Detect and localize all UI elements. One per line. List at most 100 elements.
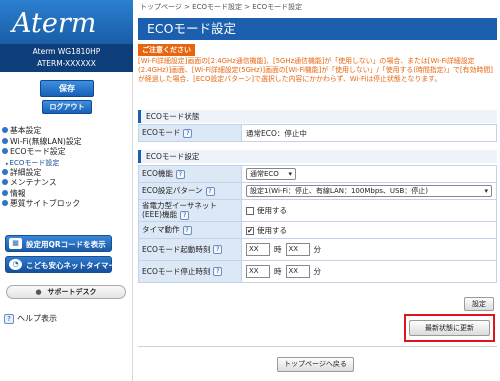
logout-button[interactable]: ログアウト <box>42 100 92 114</box>
minute-unit: 分 <box>313 266 322 276</box>
start-time-label: ECOモード起動時刻 <box>142 244 211 254</box>
hour-unit: 時 <box>274 266 282 276</box>
help-icon[interactable]: ? <box>205 186 215 196</box>
eco-function-label: ECO機能 <box>142 169 173 179</box>
eco-function-label-cell: ECO機能? <box>138 165 242 183</box>
timer-label-cell: タイマ動作? <box>138 221 242 239</box>
eco-settings-table: ECO機能? 通常ECO ▾ ECO設定パターン? 設定1(Wi-Fi：停止、有線… <box>138 165 497 283</box>
set-button[interactable]: 設定 <box>464 297 494 311</box>
help-label: ヘルプ表示 <box>17 314 57 323</box>
timer-checkbox[interactable]: ✔ <box>246 226 254 235</box>
divider <box>138 346 497 347</box>
table-row: ECO設定パターン? 設定1(Wi-Fi：停止、有線LAN：100Mbps、US… <box>138 182 497 200</box>
stop-minute-input[interactable]: XX <box>285 265 310 278</box>
pattern-cell: 設定1(Wi-Fi：停止、有線LAN：100Mbps、USB：停止) ▾ <box>241 182 497 200</box>
eco-pattern-value: 設定1(Wi-Fi：停止、有線LAN：100Mbps、USB：停止) <box>250 187 429 195</box>
back-to-top-button[interactable]: トップページへ戻る <box>277 357 354 372</box>
eco-status-heading: ECOモード状態 <box>138 110 497 123</box>
stop-time-label: ECOモード停止時刻 <box>142 266 211 276</box>
timer-button-label: こども安心ネットタイマー <box>26 261 116 270</box>
table-row: ECOモード? 通常ECO：停止中 <box>138 124 497 142</box>
power-ethernet-label-cell: 省電力型イーサネット (EEE)機能? <box>138 199 242 222</box>
start-minute-input[interactable]: XX <box>285 243 310 256</box>
power-ethernet-label-2: (EEE)機能 <box>142 210 178 220</box>
start-time-cell: XX 時 XX 分 <box>241 238 497 261</box>
circle-bullet-icon <box>2 189 8 196</box>
nav-item-maintenance[interactable]: メンテナンス <box>0 178 133 189</box>
power-ethernet-text: 使用する <box>257 206 287 215</box>
help-icon: ? <box>4 314 14 324</box>
qr-code-icon: ▦ <box>9 238 22 249</box>
help-icon[interactable]: ? <box>182 225 192 235</box>
help-display-link[interactable]: ? ヘルプ表示 <box>4 313 57 324</box>
eco-mode-label: ECOモード <box>142 128 181 138</box>
circle-bullet-icon <box>2 148 8 154</box>
chevron-down-icon: ▾ <box>484 187 488 195</box>
bullet-icon: ● <box>35 288 42 296</box>
save-button[interactable]: 保存 <box>40 80 94 97</box>
nav-item-basic-settings[interactable]: 基本設定 <box>0 126 133 137</box>
help-icon[interactable]: ? <box>180 210 190 220</box>
start-time-label-cell: ECOモード起動時刻? <box>138 238 242 261</box>
help-icon[interactable]: ? <box>213 245 223 255</box>
help-icon[interactable]: ? <box>183 128 193 138</box>
nav-item-advanced-settings[interactable]: 詳細設定 <box>0 168 133 179</box>
help-icon[interactable]: ? <box>175 169 185 179</box>
nav-label: メンテナンス <box>10 178 57 187</box>
model-info: Aterm WG1810HP ATERM-XXXXXX <box>0 44 133 72</box>
nav-item-wifi-settings[interactable]: Wi-Fi(無線LAN)設定 <box>0 137 133 148</box>
nav-item-malicious-site-block[interactable]: 悪質サイトブロック <box>0 199 133 210</box>
aterm-logo: Aterm <box>12 8 97 39</box>
minute-unit: 分 <box>313 244 322 254</box>
power-ethernet-label: 省電力型イーサネット <box>142 201 217 211</box>
table-row: ECOモード起動時刻? XX 時 XX 分 <box>138 238 497 261</box>
caution-badge: ご注意ください <box>138 44 195 56</box>
nav-label: 基本設定 <box>10 126 42 135</box>
support-desk-button[interactable]: ● サポートデスク <box>6 285 126 299</box>
caution-message: [Wi-Fi詳細設定]画面の[2.4GHz通信機能]、[5GHz通信機能]が「使… <box>138 57 493 83</box>
eco-function-select[interactable]: 通常ECO ▾ <box>246 168 296 180</box>
nav-subitem-eco-mode[interactable]: ▸ECOモード設定 <box>0 158 133 168</box>
sidebar: Aterm Aterm WG1810HP ATERM-XXXXXX 保存 ログア… <box>0 0 133 381</box>
circle-bullet-icon <box>2 200 8 206</box>
triangle-bullet-icon: ▸ <box>6 160 9 167</box>
help-icon[interactable]: ? <box>213 267 223 277</box>
table-row: ECOモード停止時刻? XX 時 XX 分 <box>138 260 497 283</box>
pattern-label: ECO設定パターン <box>142 186 203 196</box>
nav-item-information[interactable]: 情報 <box>0 189 133 200</box>
start-hour-input[interactable]: XX <box>246 243 270 256</box>
power-ethernet-checkbox[interactable] <box>246 207 254 215</box>
stop-time-label-cell: ECOモード停止時刻? <box>138 260 242 283</box>
eco-mode-status: 通常ECO：停止中 <box>241 124 497 142</box>
kids-net-timer-button[interactable]: ◔ こども安心ネットタイマー <box>5 256 116 273</box>
nav-label: 情報 <box>10 188 26 198</box>
breadcrumb[interactable]: トップページ > ECOモード設定 > ECOモード設定 <box>140 2 302 12</box>
sidebar-nav: 基本設定 Wi-Fi(無線LAN)設定 ECOモード設定 ▸ECOモード設定 詳… <box>0 126 133 210</box>
eco-function-value: 通常ECO <box>250 170 279 178</box>
stop-hour-input[interactable]: XX <box>246 265 270 278</box>
table-row: ECO機能? 通常ECO ▾ <box>138 165 497 183</box>
circle-bullet-icon <box>2 127 8 133</box>
timer-icon: ◔ <box>9 259 22 270</box>
hour-unit: 時 <box>274 244 282 254</box>
circle-bullet-icon <box>2 179 8 185</box>
timer-text: 使用する <box>257 225 287 235</box>
nav-item-eco-settings[interactable]: ECOモード設定 <box>0 147 133 158</box>
eco-status-table: ECOモード? 通常ECO：停止中 <box>138 124 497 142</box>
power-ethernet-cell: 使用する <box>241 199 497 222</box>
show-qr-code-button[interactable]: ▦ 設定用QRコードを表示 <box>5 235 112 252</box>
chevron-down-icon: ▾ <box>288 170 292 178</box>
nav-sub-label: ECOモード設定 <box>9 158 60 167</box>
nav-label: Wi-Fi(無線LAN)設定 <box>10 136 82 146</box>
pattern-label-cell: ECO設定パターン? <box>138 182 242 200</box>
eco-pattern-select[interactable]: 設定1(Wi-Fi：停止、有線LAN：100Mbps、USB：停止) ▾ <box>246 185 492 197</box>
circle-bullet-icon <box>2 168 8 175</box>
table-row: 省電力型イーサネット (EEE)機能? 使用する <box>138 199 497 222</box>
qr-button-label: 設定用QRコードを表示 <box>26 240 106 249</box>
page-title: ECOモード設定 <box>138 18 497 40</box>
circle-bullet-icon <box>2 137 8 144</box>
timer-cell: ✔ 使用する <box>241 221 497 239</box>
eco-mode-label-cell: ECOモード? <box>138 124 242 142</box>
refresh-status-button[interactable]: 最新状態に更新 <box>409 320 490 336</box>
model-name: Aterm WG1810HP <box>32 47 101 56</box>
